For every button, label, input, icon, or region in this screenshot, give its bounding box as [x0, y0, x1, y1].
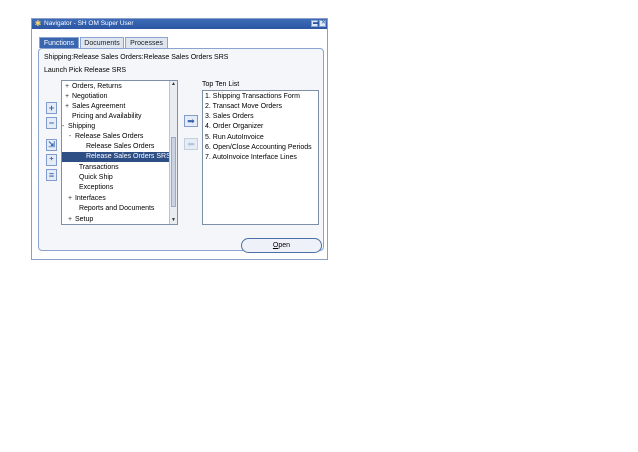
scroll-up-icon[interactable]: ▲ — [170, 81, 177, 88]
tree-item-label: Exceptions — [78, 184, 114, 191]
top-ten-item[interactable]: 6. Open/Close Accounting Periods — [205, 143, 312, 153]
function-tree[interactable]: + Orders, Returns + Negotiation + Sales … — [61, 80, 178, 225]
tree-item-label: Transactions — [78, 164, 119, 171]
oracle-app-icon: ✱ — [34, 19, 42, 28]
tree-item-label: Quick Ship — [78, 174, 113, 181]
breadcrumb: Shipping:Release Sales Orders:Release Sa… — [44, 54, 229, 61]
title-bar[interactable]: ✱ Navigator - SH OM Super User ▬ ✕ — [32, 19, 327, 29]
tree-expander-icon[interactable]: + — [64, 82, 70, 92]
tree-item[interactable]: - Release Sales Orders — [67, 132, 144, 142]
remove-from-top-ten-button[interactable]: ⬅ — [184, 138, 198, 150]
arrow-left-icon: ⬅ — [187, 139, 195, 149]
tree-item[interactable]: + Sales Agreement — [64, 102, 125, 112]
tree-scrollbar[interactable]: ▲ ▼ — [169, 81, 177, 224]
tree-expander-icon[interactable]: + — [67, 215, 73, 224]
expand-all-icon: ⁺ — [49, 155, 54, 165]
tree-item[interactable]: + Interfaces — [67, 194, 106, 204]
top-ten-list[interactable]: 1. Shipping Transactions Form 2. Transac… — [202, 90, 319, 225]
tree-item[interactable]: Quick Ship — [71, 173, 113, 183]
open-label: pen — [278, 242, 291, 249]
expand-branch-icon: ⇲ — [48, 140, 55, 149]
tree-item-label: Interfaces — [74, 195, 106, 202]
tree-item-label: Sales Agreement — [71, 103, 126, 110]
top-ten-item[interactable]: 5. Run AutoInvoice — [205, 133, 264, 143]
tree-item-label: Shipping — [67, 123, 96, 130]
close-button[interactable]: ✕ — [319, 20, 326, 27]
tab-functions[interactable]: Functions — [39, 37, 79, 48]
window-title: Navigator - SH OM Super User — [44, 20, 134, 27]
tree-item[interactable]: Pricing and Availability — [64, 112, 142, 122]
tree-item[interactable]: + Negotiation — [64, 92, 107, 102]
scroll-thumb[interactable] — [171, 137, 176, 207]
navigator-window: ✱ Navigator - SH OM Super User ▬ ✕ Funct… — [31, 18, 328, 260]
tree-item-label: Release Sales Orders — [85, 143, 155, 150]
tree-item[interactable]: Release Sales Orders — [78, 142, 154, 152]
tree-item-selected[interactable]: Release Sales Orders SRS — [62, 152, 171, 162]
tree-expander-icon[interactable]: + — [64, 92, 70, 102]
expand-all-button[interactable]: ⁺ — [46, 154, 57, 166]
add-to-top-ten-button[interactable]: ➡ — [184, 115, 198, 127]
tree-item[interactable]: Reports and Documents — [71, 204, 154, 214]
tree-item-label: Setup — [74, 216, 94, 223]
tree-item[interactable]: Exceptions — [71, 183, 113, 193]
collapse-all-icon: ≡ — [48, 170, 55, 180]
expand-button[interactable]: + — [46, 102, 57, 114]
collapse-button[interactable]: − — [46, 117, 57, 129]
minus-icon: − — [48, 118, 55, 128]
expand-branch-button[interactable]: ⇲ — [46, 139, 57, 151]
tab-documents[interactable]: Documents — [80, 37, 124, 48]
arrow-right-icon: ➡ — [187, 116, 195, 126]
top-ten-item[interactable]: 2. Transact Move Orders — [205, 102, 282, 112]
close-icon: ✕ — [321, 20, 327, 26]
tree-item[interactable]: + Setup — [67, 215, 94, 224]
collapse-all-button[interactable]: ≡ — [46, 169, 57, 181]
tree-expander-icon[interactable]: + — [67, 194, 73, 204]
tree-item[interactable]: - Shipping — [62, 122, 96, 132]
launch-description: Launch Pick Release SRS — [44, 67, 127, 74]
tree-item[interactable]: + Orders, Returns — [64, 82, 122, 92]
scroll-down-icon[interactable]: ▼ — [170, 217, 177, 224]
tree-expander-icon[interactable]: - — [62, 122, 66, 132]
tab-processes[interactable]: Processes — [125, 37, 168, 48]
tree-item-label: Reports and Documents — [78, 205, 155, 212]
tree-item-label: Negotiation — [71, 93, 108, 100]
top-ten-item[interactable]: 4. Order Organizer — [205, 122, 263, 132]
tree-item-label: Pricing and Availability — [71, 113, 142, 120]
top-ten-item[interactable]: 7. AutoInvoice Interface Lines — [205, 153, 297, 163]
tree-expander-icon[interactable]: + — [64, 102, 70, 112]
plus-icon: + — [48, 103, 55, 113]
minimize-button[interactable]: ▬ — [311, 20, 319, 27]
top-ten-label: Top Ten List — [202, 81, 240, 88]
tree-item[interactable]: Transactions — [71, 163, 119, 173]
tree-item-label: Release Sales Orders SRS — [85, 153, 171, 160]
tree-item-label: Release Sales Orders — [74, 133, 144, 140]
top-ten-item[interactable]: 3. Sales Orders — [205, 112, 254, 122]
tree-item-label: Orders, Returns — [71, 83, 122, 90]
open-button[interactable]: Open — [241, 238, 322, 253]
tree-expander-icon[interactable]: - — [67, 132, 73, 142]
top-ten-item[interactable]: 1. Shipping Transactions Form — [205, 92, 300, 102]
